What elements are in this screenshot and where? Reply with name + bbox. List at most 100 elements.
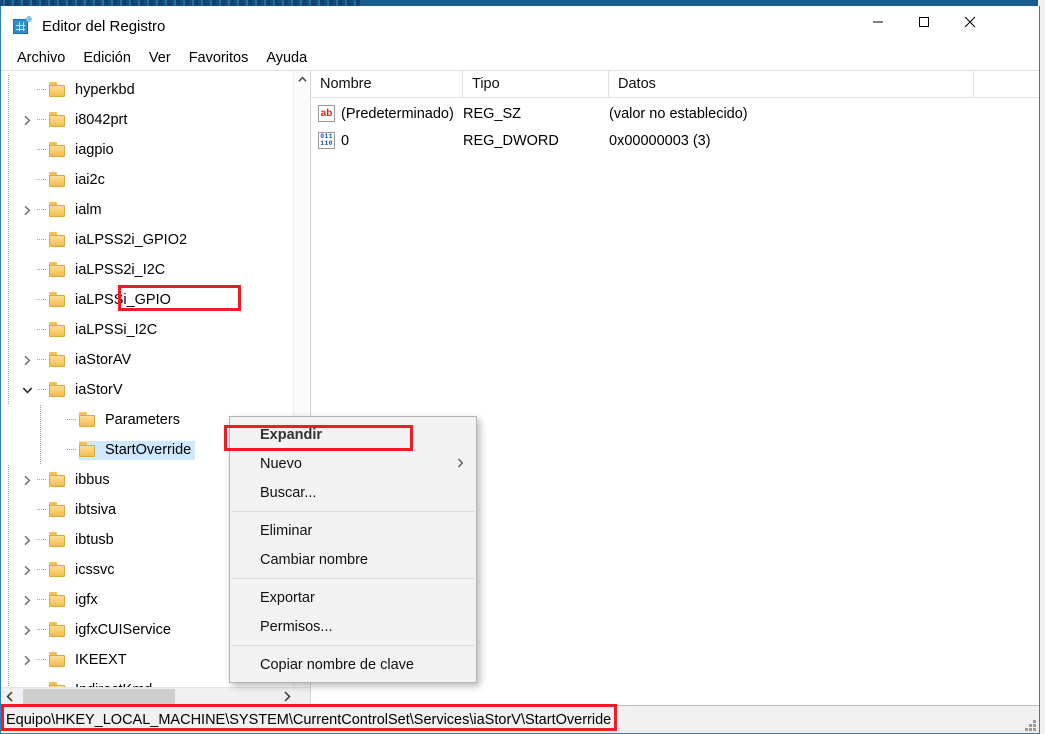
context-menu-item-label: Eliminar: [260, 522, 313, 539]
maximize-icon: [919, 16, 929, 27]
tree-item-iastorav[interactable]: iaStorAV: [1, 345, 310, 375]
tree-connector: [35, 225, 49, 255]
tree-item-ialpss2i-gpio2[interactable]: iaLPSS2i_GPIO2: [1, 225, 310, 255]
tree-item-label: ibtusb: [75, 531, 114, 548]
tree-item-label: StartOverride: [105, 441, 192, 458]
tree-item-label: igfx: [75, 591, 98, 608]
tree-item-ialpss2i-i2c[interactable]: iaLPSS2i_I2C: [1, 255, 310, 285]
value-name: (Predeterminado): [341, 105, 454, 122]
string-icon-text: ab: [320, 107, 333, 119]
maximize-button[interactable]: [901, 6, 947, 37]
column-header-datos[interactable]: Datos: [609, 71, 974, 97]
tree-connector: [35, 255, 49, 285]
close-icon: [964, 16, 976, 27]
folder-icon: [49, 232, 67, 247]
tree-item-label: Parameters: [105, 411, 180, 428]
folder-icon: [49, 82, 67, 97]
registry-editor-window: Editor del Registro Archivo Edición Ver …: [0, 6, 1040, 734]
tree-item-label: iai2c: [75, 171, 105, 188]
chevron-right-icon: [23, 535, 30, 545]
column-header-nombre[interactable]: Nombre: [311, 71, 463, 97]
tree-scroll-left-button[interactable]: [1, 688, 19, 705]
tree-item-ialpssi-i2c[interactable]: iaLPSSi_I2C: [1, 315, 310, 345]
tree-item-iastorv[interactable]: iaStorV: [1, 375, 310, 405]
context-menu-item-copiar-nombre-de-clave[interactable]: Copiar nombre de clave: [230, 650, 476, 679]
tree-expander[interactable]: [19, 525, 35, 555]
chevron-right-icon: [23, 355, 30, 365]
tree-expander[interactable]: [19, 615, 35, 645]
tree-item-ialpssi-gpio[interactable]: iaLPSSi_GPIO: [1, 285, 310, 315]
context-menu-item-permisos[interactable]: Permisos...: [230, 612, 476, 641]
folder-icon: [49, 472, 67, 487]
tree-connector: [35, 645, 49, 675]
value-row[interactable]: 011 110 0 REG_DWORD 0x00000003 (3): [311, 127, 1039, 154]
tree-item-content: iaLPSSi_I2C: [49, 321, 161, 340]
tree-connector: [35, 165, 49, 195]
tree-item-content: StartOverride: [79, 440, 196, 460]
tree-hscrollbar-thumb[interactable]: [23, 689, 175, 704]
chevron-up-icon: [298, 76, 307, 82]
tree-expander[interactable]: [19, 465, 35, 495]
folder-icon: [49, 382, 67, 397]
tree-expander[interactable]: [19, 555, 35, 585]
folder-icon: [49, 112, 67, 127]
context-menu-item-eliminar[interactable]: Eliminar: [230, 516, 476, 545]
close-button[interactable]: [947, 6, 993, 37]
tree-indent: [1, 285, 19, 315]
context-menu-separator: [232, 645, 474, 646]
tree-item-label: ialm: [75, 201, 102, 218]
context-menu-item-expandir[interactable]: Expandir: [230, 420, 476, 449]
tree-item-hyperkbd[interactable]: hyperkbd: [1, 75, 310, 105]
value-row[interactable]: ab (Predeterminado) REG_SZ (valor no establ…: [311, 100, 1039, 127]
tree-expander-placeholder: [49, 435, 65, 465]
tree-item-label: ibtsiva: [75, 501, 117, 518]
tree-item-iagpio[interactable]: iagpio: [1, 135, 310, 165]
context-menu-item-buscar[interactable]: Buscar...: [230, 478, 476, 507]
context-menu-item-cambiar-nombre[interactable]: Cambiar nombre: [230, 545, 476, 574]
context-menu-separator: [232, 578, 474, 579]
tree-indent: [1, 675, 19, 687]
folder-icon: [49, 592, 67, 607]
minimize-button[interactable]: [855, 6, 901, 37]
status-bar: Equipo\HKEY_LOCAL_MACHINE\SYSTEM\Current…: [1, 705, 1039, 733]
window-body: hyperkbd i8042prt iagpio iai2c ialm iaLPSS2i_…: [1, 71, 1039, 705]
string-value-icon: ab: [318, 105, 335, 122]
menu-bar: Archivo Edición Ver Favoritos Ayuda: [1, 46, 1039, 71]
menu-ayuda[interactable]: Ayuda: [257, 48, 316, 68]
context-menu-item-nuevo[interactable]: Nuevo: [230, 449, 476, 478]
tree-item-ialm[interactable]: ialm: [1, 195, 310, 225]
tree-horizontal-scrollbar[interactable]: [1, 687, 310, 705]
folder-icon: [49, 292, 67, 307]
tree-indent: [1, 525, 19, 555]
tree-item-content: iaStorV: [49, 381, 127, 400]
menu-archivo[interactable]: Archivo: [8, 48, 74, 68]
context-menu-item-label: Exportar: [260, 589, 315, 606]
folder-icon: [49, 622, 67, 637]
context-menu-item-label: Cambiar nombre: [260, 551, 368, 568]
tree-scroll-right-button[interactable]: [278, 688, 296, 705]
tree-expander[interactable]: [19, 105, 35, 135]
column-header-tipo[interactable]: Tipo: [463, 71, 609, 97]
tree-indent: [1, 75, 19, 105]
tree-expander[interactable]: [19, 195, 35, 225]
tree-connector: [35, 555, 49, 585]
folder-icon: [49, 142, 67, 157]
tree-item-label: iaLPSSi_GPIO: [75, 291, 171, 308]
tree-item-label: iaLPSSi_I2C: [75, 321, 158, 338]
menu-ver[interactable]: Ver: [140, 48, 180, 68]
tree-item-iai2c[interactable]: iai2c: [1, 165, 310, 195]
tree-expander[interactable]: [19, 585, 35, 615]
menu-favoritos[interactable]: Favoritos: [180, 48, 258, 68]
tree-item-content: Parameters: [79, 411, 184, 430]
menu-edicion[interactable]: Edición: [74, 48, 140, 68]
tree-expander[interactable]: [19, 345, 35, 375]
tree-item-i8042prt[interactable]: i8042prt: [1, 105, 310, 135]
context-menu-item-exportar[interactable]: Exportar: [230, 583, 476, 612]
tree-scroll-up-button[interactable]: [294, 71, 310, 88]
value-name: 0: [341, 132, 350, 149]
chevron-right-icon: [284, 691, 291, 702]
tree-indent: [1, 645, 19, 675]
tree-expander[interactable]: [19, 375, 35, 405]
resize-grip[interactable]: [1024, 719, 1036, 731]
tree-expander[interactable]: [19, 645, 35, 675]
